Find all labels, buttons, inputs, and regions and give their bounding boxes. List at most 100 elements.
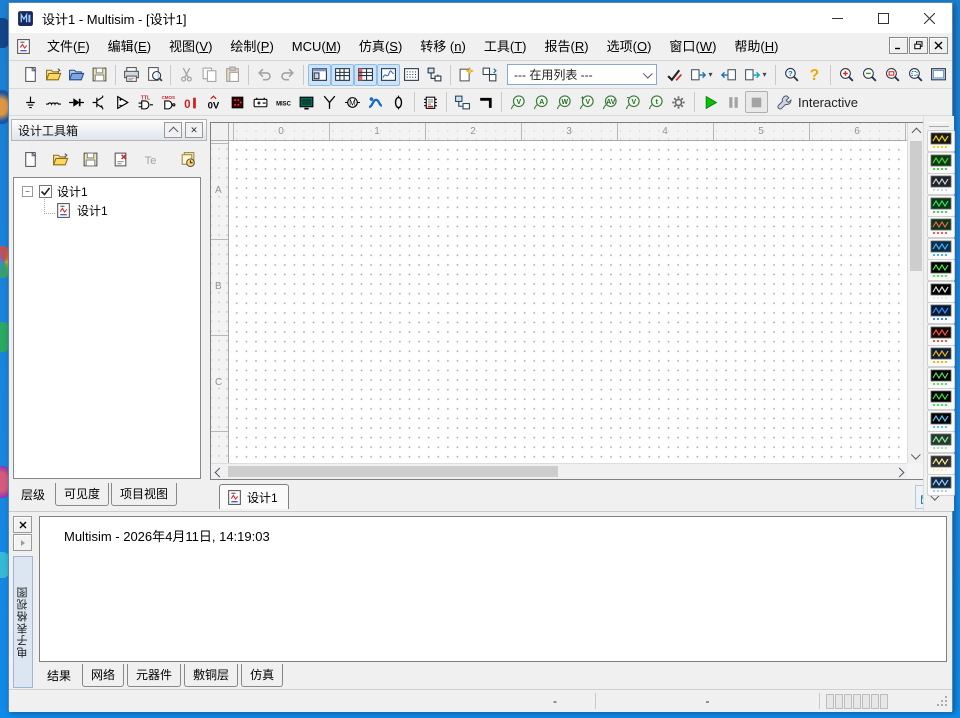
four-channel-oscilloscope-instrument-button[interactable] [927, 216, 955, 238]
menu-simulate[interactable]: 仿真(S) [350, 34, 411, 60]
toolbox-tab-hierarchy[interactable]: 层级 [13, 483, 53, 506]
menu-place[interactable]: 绘制(P) [221, 34, 282, 60]
pause-button[interactable] [722, 91, 745, 113]
tree-node-root[interactable]: − 设计1 [14, 182, 200, 200]
close-button[interactable] [906, 3, 952, 33]
menu-reports[interactable]: 报告(R) [536, 34, 598, 60]
scroll-down-arrow[interactable] [908, 447, 924, 463]
spreadsheet-tab-results[interactable]: 结果 [39, 664, 79, 687]
spreadsheet-tab-simulation[interactable]: 仿真 [241, 664, 283, 687]
spectrum-analyzer-instrument-button[interactable] [927, 388, 955, 410]
toggle-database-view-button[interactable] [354, 64, 377, 86]
probe-power-button[interactable]: W [552, 91, 575, 113]
iv-analyzer-instrument-button[interactable] [927, 345, 955, 367]
undo-button[interactable] [253, 64, 276, 86]
zoom-in-button[interactable] [835, 64, 858, 86]
probe-differential-voltage-button[interactable]: V+ [575, 91, 598, 113]
spreadsheet-tab-nets[interactable]: 网络 [82, 664, 124, 687]
network-analyzer-instrument-button[interactable] [927, 410, 955, 432]
frequency-counter-instrument-button[interactable] [927, 259, 955, 281]
zoom-fullscreen-button[interactable] [927, 64, 950, 86]
logic-analyzer-instrument-button[interactable] [927, 302, 955, 324]
tree-node-sheet[interactable]: 设计1 [44, 201, 200, 219]
menu-transfer[interactable]: 转移 (n) [411, 34, 475, 60]
spreadsheet-tab-components[interactable]: 元器件 [127, 664, 181, 687]
scroll-left-arrow[interactable] [211, 464, 227, 480]
place-analog-button[interactable] [111, 91, 134, 113]
place-cmos-button[interactable]: CMOS [157, 91, 180, 113]
place-connector-button[interactable] [387, 91, 410, 113]
schematic-sheet[interactable] [229, 141, 907, 463]
place-advanced-peripherals-button[interactable] [295, 91, 318, 113]
close-design-button[interactable] [109, 148, 132, 170]
panel-close-button[interactable]: ✕ [185, 122, 203, 138]
word-generator-instrument-button[interactable] [927, 281, 955, 303]
multimeter-instrument-button[interactable] [927, 130, 955, 152]
menu-options[interactable]: 选项(O) [598, 34, 661, 60]
menu-edit[interactable]: 编辑(E) [99, 34, 160, 60]
zoom-area-button[interactable] [881, 64, 904, 86]
interactive-simulation-mode-button[interactable]: Interactive [768, 91, 866, 113]
back-annotate-button[interactable] [717, 64, 740, 86]
bode-plotter-instrument-button[interactable] [927, 238, 955, 260]
zoom-fit-button[interactable] [904, 64, 927, 86]
toggle-design-toolbox-button[interactable] [308, 64, 331, 86]
document-system-menu-icon[interactable] [15, 38, 32, 55]
menu-view[interactable]: 视图(V) [160, 34, 221, 60]
toggle-breadboard-button[interactable] [400, 64, 423, 86]
place-rf-button[interactable] [318, 91, 341, 113]
in-use-list-dropdown[interactable]: --- 在用列表 --- [507, 64, 657, 85]
menu-window[interactable]: 窗口(W) [660, 34, 725, 60]
menu-file[interactable]: 文件(F) [38, 34, 99, 60]
menu-help[interactable]: 帮助(H) [725, 34, 787, 60]
vertical-scrollbar[interactable] [907, 123, 923, 463]
agilent-oscilloscope-instrument-button[interactable] [927, 474, 955, 496]
cut-button[interactable] [175, 64, 198, 86]
open-design-button[interactable] [49, 148, 72, 170]
probe-voltage-reference-button[interactable]: V- [621, 91, 644, 113]
distortion-analyzer-instrument-button[interactable] [927, 367, 955, 389]
place-source-button[interactable] [19, 91, 42, 113]
probe-voltage-current-button[interactable]: AV [598, 91, 621, 113]
horizontal-scroll-thumb[interactable] [228, 466, 558, 477]
forward-annotate-button[interactable]: ▾ [740, 64, 771, 86]
logic-converter-instrument-button[interactable] [927, 324, 955, 346]
spreadsheet-expand-button[interactable] [13, 534, 32, 551]
place-digital-button[interactable]: 0 [180, 91, 203, 113]
mdi-restore-button[interactable] [909, 37, 928, 54]
toolbar-grip[interactable] [929, 122, 949, 127]
place-ttl-button[interactable]: TTL [134, 91, 157, 113]
place-indicator-button[interactable] [226, 91, 249, 113]
open-samples-button[interactable] [65, 64, 88, 86]
toggle-spreadsheet-view-button[interactable] [331, 64, 354, 86]
function-generator-instrument-button[interactable] [927, 152, 955, 174]
print-preview-button[interactable] [143, 64, 166, 86]
export-to-ultiboard-button[interactable]: ▾ [686, 64, 717, 86]
wattmeter-instrument-button[interactable] [927, 173, 955, 195]
save-button[interactable] [88, 64, 111, 86]
probe-voltage-button[interactable]: V [506, 91, 529, 113]
new-design-button[interactable] [19, 148, 42, 170]
resize-grip[interactable] [936, 695, 948, 707]
tree-checkbox[interactable] [39, 185, 52, 198]
place-misc-button[interactable]: MISC [272, 91, 295, 113]
menu-mcu[interactable]: MCU(M) [283, 34, 350, 60]
place-diode-button[interactable] [65, 91, 88, 113]
new-button[interactable] [19, 64, 42, 86]
revision-control-button[interactable] [176, 148, 199, 170]
mdi-minimize-button[interactable] [889, 37, 908, 54]
redo-button[interactable] [276, 64, 299, 86]
place-bus-button[interactable] [474, 91, 497, 113]
agilent-function-generator-instrument-button[interactable] [927, 431, 955, 453]
agilent-multimeter-instrument-button[interactable] [927, 453, 955, 475]
place-basic-button[interactable] [42, 91, 65, 113]
run-button[interactable] [699, 91, 722, 113]
place-mixed-button[interactable]: 0V [203, 91, 226, 113]
stop-button[interactable] [745, 91, 768, 113]
place-electromechanical-button[interactable]: M [341, 91, 364, 113]
probe-settings-button[interactable] [667, 91, 690, 113]
oscilloscope-instrument-button[interactable] [927, 195, 955, 217]
save-design-button[interactable] [79, 148, 102, 170]
toolbox-tab-project-view[interactable]: 项目视图 [111, 483, 177, 506]
open-button[interactable] [42, 64, 65, 86]
